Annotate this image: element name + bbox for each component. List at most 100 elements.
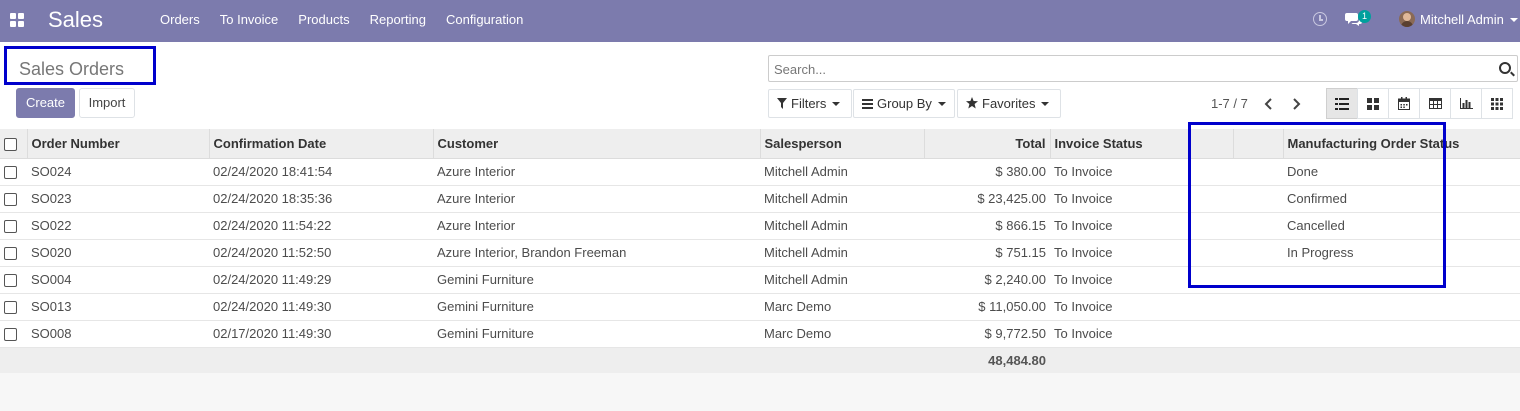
order-number-cell: SO023 <box>31 191 72 206</box>
order-number-cell: SO024 <box>31 164 72 179</box>
row-checkbox[interactable] <box>4 274 17 288</box>
confirmation-date-cell: 02/24/2020 18:41:54 <box>213 164 333 179</box>
row-checkbox-cell[interactable] <box>0 320 27 347</box>
calendar-view-button[interactable] <box>1388 88 1420 119</box>
menu-item-reporting[interactable]: Reporting <box>370 12 426 27</box>
select-all-checkbox-cell[interactable] <box>0 129 27 159</box>
kanban-view-button[interactable] <box>1357 88 1389 119</box>
row-checkbox[interactable] <box>4 301 17 315</box>
activity-clock-icon[interactable] <box>1313 12 1327 26</box>
customer-cell: Gemini Furniture <box>437 326 534 341</box>
row-checkbox[interactable] <box>4 166 17 180</box>
column-header-salesperson[interactable]: Salesperson <box>759 129 924 159</box>
sum-total-cell: 48,484.80 <box>988 352 1046 368</box>
confirmation-date-cell: 02/24/2020 11:49:30 <box>213 299 332 314</box>
total-cell: $ 866.15 <box>995 218 1046 233</box>
row-checkbox-cell[interactable] <box>0 293 27 320</box>
row-checkbox[interactable] <box>4 193 17 207</box>
menu-item-products[interactable]: Products <box>298 12 349 27</box>
invoice-status-cell: To Invoice <box>1054 245 1113 260</box>
create-button[interactable]: Create <box>16 88 75 118</box>
customer-cell: Gemini Furniture <box>437 272 534 287</box>
row-checkbox[interactable] <box>4 220 17 234</box>
title-highlight-box: Sales Orders <box>4 46 156 85</box>
salesperson-cell: Mitchell Admin <box>764 272 848 287</box>
row-checkbox-cell[interactable] <box>0 185 27 212</box>
grid-view-icon <box>1491 97 1503 110</box>
confirmation-date-cell: 02/24/2020 11:54:22 <box>213 218 332 233</box>
table-row[interactable]: SO023 02/24/2020 18:35:36 Azure Interior… <box>0 185 1520 212</box>
column-header-total[interactable]: Total <box>923 129 1050 159</box>
order-number-cell: SO008 <box>31 326 72 341</box>
invoice-status-cell: To Invoice <box>1054 272 1113 287</box>
user-menu-caret-icon[interactable] <box>1510 18 1518 22</box>
search-icon[interactable] <box>1499 62 1511 74</box>
mo-status-cell: Cancelled <box>1287 218 1345 233</box>
filters-button[interactable]: Filters <box>768 89 852 118</box>
table-row[interactable]: SO004 02/24/2020 11:49:29 Gemini Furnitu… <box>0 266 1520 293</box>
mo-status-cell: Confirmed <box>1287 191 1347 206</box>
footer-cell <box>27 347 209 373</box>
row-checkbox[interactable] <box>4 328 17 342</box>
row-checkbox-cell[interactable] <box>0 239 27 266</box>
table-row[interactable]: SO024 02/24/2020 18:41:54 Azure Interior… <box>0 158 1520 185</box>
customer-cell: Azure Interior <box>437 164 516 179</box>
app-brand[interactable]: Sales <box>48 7 103 33</box>
menu-item-to-invoice[interactable]: To Invoice <box>220 12 279 27</box>
grid-view-button[interactable] <box>1481 88 1513 119</box>
apps-menu-icon[interactable] <box>10 13 24 27</box>
sales-order-list: Order Number Confirmation Date Customer … <box>0 129 1520 373</box>
table-row[interactable]: SO020 02/24/2020 11:52:50 Azure Interior… <box>0 239 1520 266</box>
search-input[interactable] <box>774 60 1474 78</box>
pivot-view-icon <box>1428 98 1442 109</box>
sales-order-table: Order Number Confirmation Date Customer … <box>0 129 1520 373</box>
row-checkbox-cell[interactable] <box>0 158 27 185</box>
mo-status-cell: In Progress <box>1287 245 1354 260</box>
mo-status-cell <box>1283 266 1520 293</box>
table-row[interactable]: SO013 02/24/2020 11:49:30 Gemini Furnitu… <box>0 293 1520 320</box>
pivot-view-button[interactable] <box>1419 88 1451 119</box>
pager-value[interactable]: 1-7 / 7 <box>1211 96 1248 111</box>
column-header-invoice-status[interactable]: Invoice Status <box>1049 129 1233 159</box>
salesperson-cell: Mitchell Admin <box>764 218 848 233</box>
column-header-empty[interactable] <box>1232 129 1283 159</box>
footer-cell <box>1050 347 1233 373</box>
invoice-status-cell: To Invoice <box>1054 191 1113 206</box>
page-title: Sales Orders <box>19 59 125 79</box>
favorites-button[interactable]: Favorites <box>957 89 1061 118</box>
menu-item-orders[interactable]: Orders <box>160 12 200 27</box>
table-row[interactable]: SO008 02/17/2020 11:49:30 Gemini Furnitu… <box>0 320 1520 347</box>
select-all-checkbox[interactable] <box>4 137 17 151</box>
graph-view-button[interactable] <box>1450 88 1482 119</box>
pager-previous-icon[interactable] <box>1261 96 1277 112</box>
column-header-order-number[interactable]: Order Number <box>26 129 209 159</box>
total-cell: $ 9,772.50 <box>984 326 1046 341</box>
column-header-customer[interactable]: Customer <box>432 129 760 159</box>
table-row[interactable]: SO022 02/24/2020 11:54:22 Azure Interior… <box>0 212 1520 239</box>
column-header-confirmation-date[interactable]: Confirmation Date <box>208 129 433 159</box>
customer-cell: Azure Interior <box>437 191 516 206</box>
empty-cell <box>1233 266 1283 293</box>
calendar-view-icon <box>1398 97 1410 110</box>
import-button[interactable]: Import <box>79 88 135 118</box>
customer-cell: Gemini Furniture <box>437 299 534 314</box>
row-checkbox-cell[interactable] <box>0 212 27 239</box>
chevron-down-icon <box>1041 102 1050 106</box>
user-avatar[interactable] <box>1399 11 1415 27</box>
total-cell: $ 23,425.00 <box>977 191 1046 206</box>
column-header-manufacturing-order-status[interactable]: Manufacturing Order Status <box>1282 129 1520 159</box>
order-number-cell: SO004 <box>31 272 72 287</box>
user-name[interactable]: Mitchell Admin <box>1420 12 1504 27</box>
empty-cell <box>1233 212 1283 239</box>
row-checkbox[interactable] <box>4 247 17 261</box>
group-by-button[interactable]: Group By <box>853 89 955 118</box>
row-checkbox-cell[interactable] <box>0 266 27 293</box>
list-view-button[interactable] <box>1326 88 1358 119</box>
kanban-view-icon <box>1367 97 1379 110</box>
customer-cell: Azure Interior, Brandon Freeman <box>437 245 627 260</box>
salesperson-cell: Marc Demo <box>764 326 832 341</box>
filters-label: Filters <box>791 96 827 111</box>
chevron-down-icon <box>832 102 841 106</box>
menu-item-configuration[interactable]: Configuration <box>446 12 523 27</box>
pager-next-icon[interactable] <box>1288 96 1304 112</box>
